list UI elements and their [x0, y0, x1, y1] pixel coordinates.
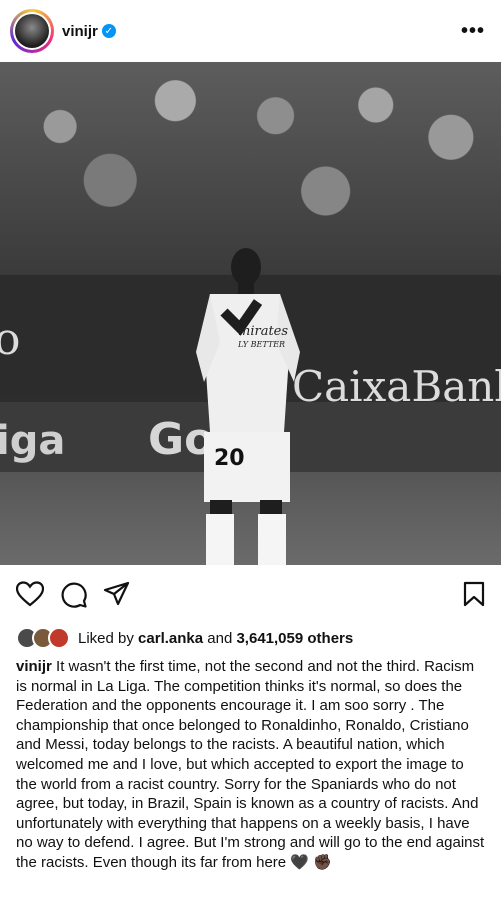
- shirt-sponsor-tagline: LY BETTER: [238, 340, 286, 349]
- comment-icon[interactable]: [60, 581, 87, 608]
- liker-avatars: [16, 627, 70, 649]
- avatar[interactable]: [10, 9, 54, 53]
- player-figure: [196, 248, 300, 565]
- avatar-image: [15, 14, 49, 48]
- caption-text: It wasn't the first time, not the second…: [16, 658, 485, 871]
- likes-prefix: Liked by: [78, 629, 134, 647]
- post-photo[interactable]: o CaixaBank iga Go mirates LY BETTER 20: [0, 62, 501, 565]
- liker-avatar: [48, 627, 70, 649]
- post-header: vinijr ✓ •••: [0, 0, 501, 62]
- shirt-number: 20: [214, 446, 245, 471]
- likes-connector: and: [207, 629, 233, 647]
- likes-line: Liked by carl.anka and 3,641,059 others: [0, 623, 501, 653]
- shirt-sponsor-text: mirates: [238, 324, 289, 339]
- caption-emoji: 🖤 ✊🏿: [290, 853, 332, 871]
- avatar-frame: [13, 12, 51, 50]
- post-actions: [0, 565, 501, 623]
- ad-board-left-text: o: [0, 314, 21, 365]
- heart-icon[interactable]: [16, 581, 44, 607]
- paper-plane-icon[interactable]: [103, 581, 130, 607]
- bookmark-icon[interactable]: [463, 581, 485, 607]
- caption-username[interactable]: vinijr: [16, 658, 52, 675]
- likes-count-link[interactable]: 3,641,059 others: [236, 630, 353, 647]
- likes-user-link[interactable]: carl.anka: [138, 630, 203, 647]
- post-caption: vinijr It wasn't the first time, not the…: [0, 653, 501, 873]
- more-horizontal-icon[interactable]: •••: [461, 20, 491, 43]
- ad-board-liga-text: iga: [0, 418, 66, 464]
- verified-badge-icon: ✓: [101, 24, 116, 38]
- post-username[interactable]: vinijr: [62, 23, 98, 40]
